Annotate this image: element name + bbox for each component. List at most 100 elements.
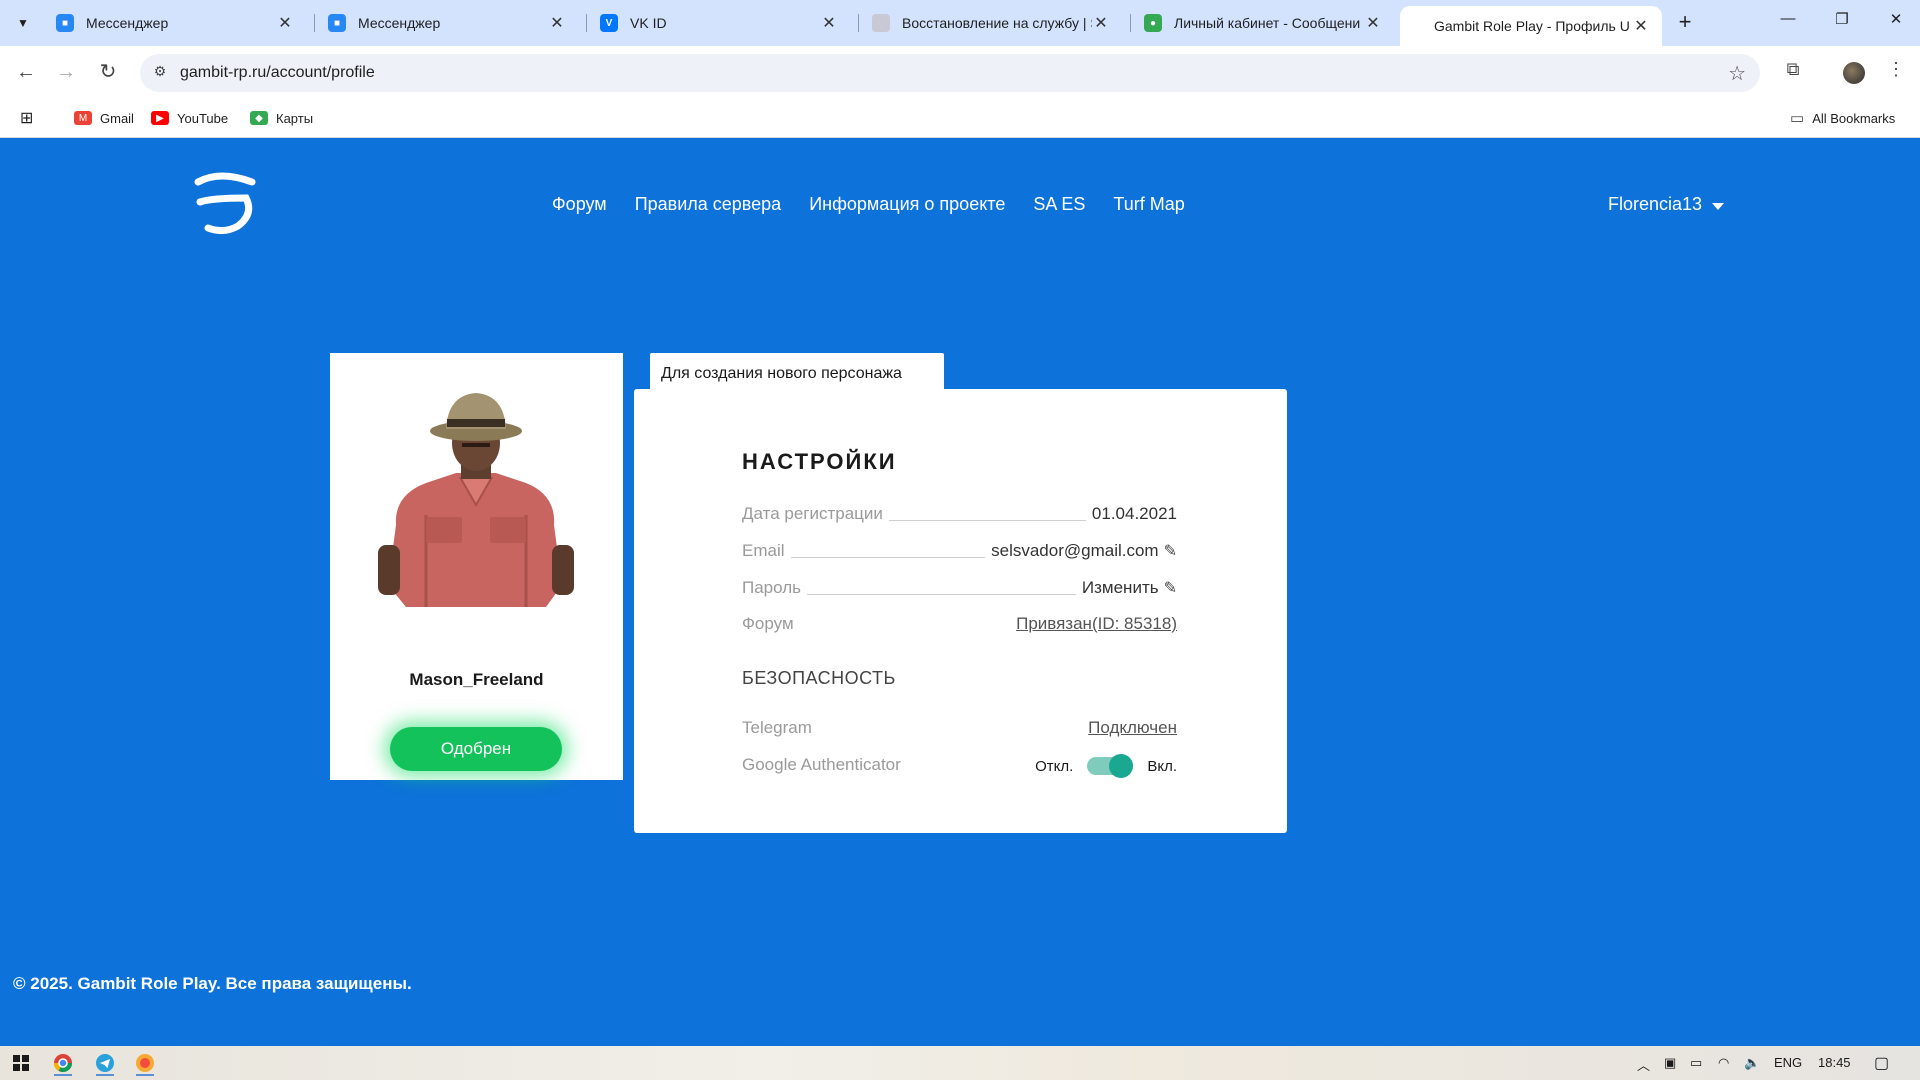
telegram-app-icon[interactable]	[90, 1050, 120, 1076]
tab-strip: ▼ ■ Мессенджер ✕ ■ Мессенджер ✕ V VK ID …	[0, 0, 1920, 46]
language-indicator[interactable]: ENG	[1774, 1055, 1802, 1070]
google-authenticator-label: Google Authenticator	[742, 755, 901, 774]
password-row: Пароль Изменить ✎	[742, 574, 1177, 598]
new-character-tab[interactable]: Для создания нового персонажа	[650, 353, 944, 393]
windows-start-icon[interactable]	[6, 1050, 36, 1076]
username: Florencia13	[1608, 194, 1703, 214]
main-nav: Форум Правила сервера Информация о проек…	[552, 194, 1185, 215]
close-tab-icon[interactable]: ✕	[820, 13, 838, 33]
registration-label: Дата регистрации	[742, 504, 883, 523]
toggle-on-label: Вкл.	[1147, 757, 1177, 775]
wifi-icon[interactable]: ◠	[1718, 1055, 1729, 1071]
battery-icon[interactable]: ▭	[1690, 1055, 1702, 1071]
user-menu[interactable]: Florencia13	[1608, 194, 1725, 215]
telegram-label: Telegram	[742, 718, 812, 737]
settings-title: НАСТРОЙКИ	[742, 449, 897, 474]
volume-icon[interactable]: 🔈	[1744, 1055, 1760, 1071]
bookmark-gmail[interactable]: M Gmail	[74, 106, 134, 130]
email-label: Email	[742, 541, 785, 560]
messenger-icon: ■	[328, 14, 346, 32]
close-tab-icon[interactable]: ✕	[276, 13, 294, 33]
meet-now-icon[interactable]: ▣	[1664, 1055, 1676, 1071]
back-icon[interactable]: ←	[12, 58, 40, 86]
nav-forum[interactable]: Форум	[552, 194, 607, 215]
reload-icon[interactable]: ↻	[94, 58, 122, 86]
registration-value: 01.04.2021	[1091, 504, 1177, 523]
vk-icon: V	[600, 14, 618, 32]
tray-chevron-up-icon[interactable]: ︿	[1637, 1055, 1650, 1074]
bookmark-youtube[interactable]: ▶ YouTube	[151, 106, 228, 130]
telegram-row: Telegram Подключен	[742, 714, 1177, 738]
apps-grid-icon[interactable]: ⊞	[20, 106, 33, 130]
menu-kebab-icon[interactable]: ⋮	[1883, 59, 1909, 85]
google-authenticator-row: Google Authenticator Откл. Вкл.	[742, 751, 1177, 778]
change-password-link[interactable]: Изменить	[1082, 578, 1159, 598]
notifications-icon[interactable]: ▢	[1874, 1053, 1889, 1073]
close-tab-icon[interactable]: ✕	[1092, 13, 1110, 33]
restore-icon[interactable]: ❐	[1822, 10, 1862, 34]
nav-project-info[interactable]: Информация о проекте	[809, 194, 1005, 215]
browser-tab[interactable]: ■ Мессенджер ✕	[44, 6, 306, 40]
close-tab-icon[interactable]: ✕	[548, 13, 566, 33]
bookmarks-bar: ⊞ M Gmail ▶ YouTube ◆ Карты ▭ All Bookma…	[0, 98, 1920, 138]
new-tab-button[interactable]: +	[1672, 10, 1698, 36]
minimize-icon[interactable]: —	[1768, 10, 1808, 34]
address-bar[interactable]: ⚙ gambit-rp.ru/account/profile ☆	[140, 54, 1760, 92]
edit-email-pencil-icon[interactable]: ✎	[1164, 541, 1177, 561]
gmail-icon: M	[74, 111, 92, 125]
site-info-icon[interactable]: ⚙	[150, 63, 170, 83]
browser-tab[interactable]: ● Личный кабинет - Сообщени ✕	[1132, 6, 1394, 40]
all-bookmarks[interactable]: ▭ All Bookmarks	[1790, 106, 1895, 130]
character-name: Mason_Freeland	[409, 670, 544, 689]
gambit-logo[interactable]	[190, 168, 260, 238]
status-badge-approved[interactable]: Одобрен	[390, 727, 562, 771]
bookmark-star-icon[interactable]: ☆	[1728, 61, 1746, 86]
url-text[interactable]: gambit-rp.ru/account/profile	[180, 64, 375, 82]
security-title: БЕЗОПАСНОСТЬ	[742, 668, 896, 688]
close-tab-icon[interactable]: ✕	[1632, 16, 1650, 36]
close-window-icon[interactable]: ✕	[1876, 10, 1916, 34]
maps-icon: ◆	[250, 111, 268, 125]
forum-linked-link[interactable]: Привязан(ID: 85318)	[1016, 614, 1177, 634]
chrome-app-icon[interactable]	[48, 1050, 78, 1076]
character-card: Mason_Freeland Одобрен	[330, 353, 623, 780]
tab-search-chevron-icon[interactable]: ▼	[10, 10, 36, 36]
nav-turf-map[interactable]: Turf Map	[1113, 194, 1184, 215]
nav-sa-es[interactable]: SA ES	[1033, 194, 1085, 215]
page-content: Форум Правила сервера Информация о проек…	[0, 138, 1920, 1046]
browser-tab[interactable]: ■ Мессенджер ✕	[316, 6, 578, 40]
profile-avatar[interactable]	[1843, 62, 1865, 84]
toggle-knob	[1109, 754, 1134, 778]
toggle-off-label: Откл.	[1035, 757, 1074, 775]
registration-row: Дата регистрации 01.04.2021	[742, 500, 1177, 524]
youtube-icon: ▶	[151, 111, 169, 125]
close-tab-icon[interactable]: ✕	[1364, 13, 1382, 33]
folder-icon: ▭	[1790, 110, 1805, 127]
nav-server-rules[interactable]: Правила сервера	[635, 194, 782, 215]
chevron-down-icon	[1712, 203, 1725, 210]
password-label: Пароль	[742, 578, 801, 597]
forward-icon[interactable]: →	[52, 58, 80, 86]
settings-card: НАСТРОЙКИ Дата регистрации 01.04.2021 Em…	[634, 389, 1287, 833]
browser-tab-active[interactable]: Gambit Role Play - Профиль U ✕	[1400, 6, 1662, 46]
email-row: Email selsvador@gmail.com ✎	[742, 537, 1177, 561]
extensions-icon[interactable]: ⧉	[1780, 59, 1806, 85]
cabinet-icon: ●	[1144, 14, 1162, 32]
windows-taskbar: ︿ ▣ ▭ ◠ 🔈 ENG 18:45 ▢	[0, 1046, 1920, 1080]
messenger-icon: ■	[56, 14, 74, 32]
edit-password-pencil-icon[interactable]: ✎	[1164, 578, 1177, 598]
forum-icon	[872, 14, 890, 32]
clock[interactable]: 18:45	[1818, 1055, 1851, 1070]
telegram-connected-link[interactable]: Подключен	[1088, 718, 1177, 738]
yandex-browser-icon[interactable]	[130, 1050, 160, 1076]
footer-copyright: © 2025. Gambit Role Play. Все права защи…	[13, 974, 412, 993]
email-value: selsvador@gmail.com	[991, 541, 1159, 560]
bookmark-maps[interactable]: ◆ Карты	[250, 106, 313, 130]
google-authenticator-toggle[interactable]	[1087, 754, 1134, 778]
browser-tab[interactable]: V VK ID ✕	[588, 6, 850, 40]
browser-tab[interactable]: Восстановление на службу | S ✕	[860, 6, 1122, 40]
forum-row: Форум Привязан(ID: 85318)	[742, 610, 1177, 634]
browser-toolbar: ← → ↻ ⚙ gambit-rp.ru/account/profile ☆ ⧉…	[0, 46, 1920, 98]
forum-label: Форум	[742, 614, 794, 633]
character-portrait	[378, 393, 574, 607]
